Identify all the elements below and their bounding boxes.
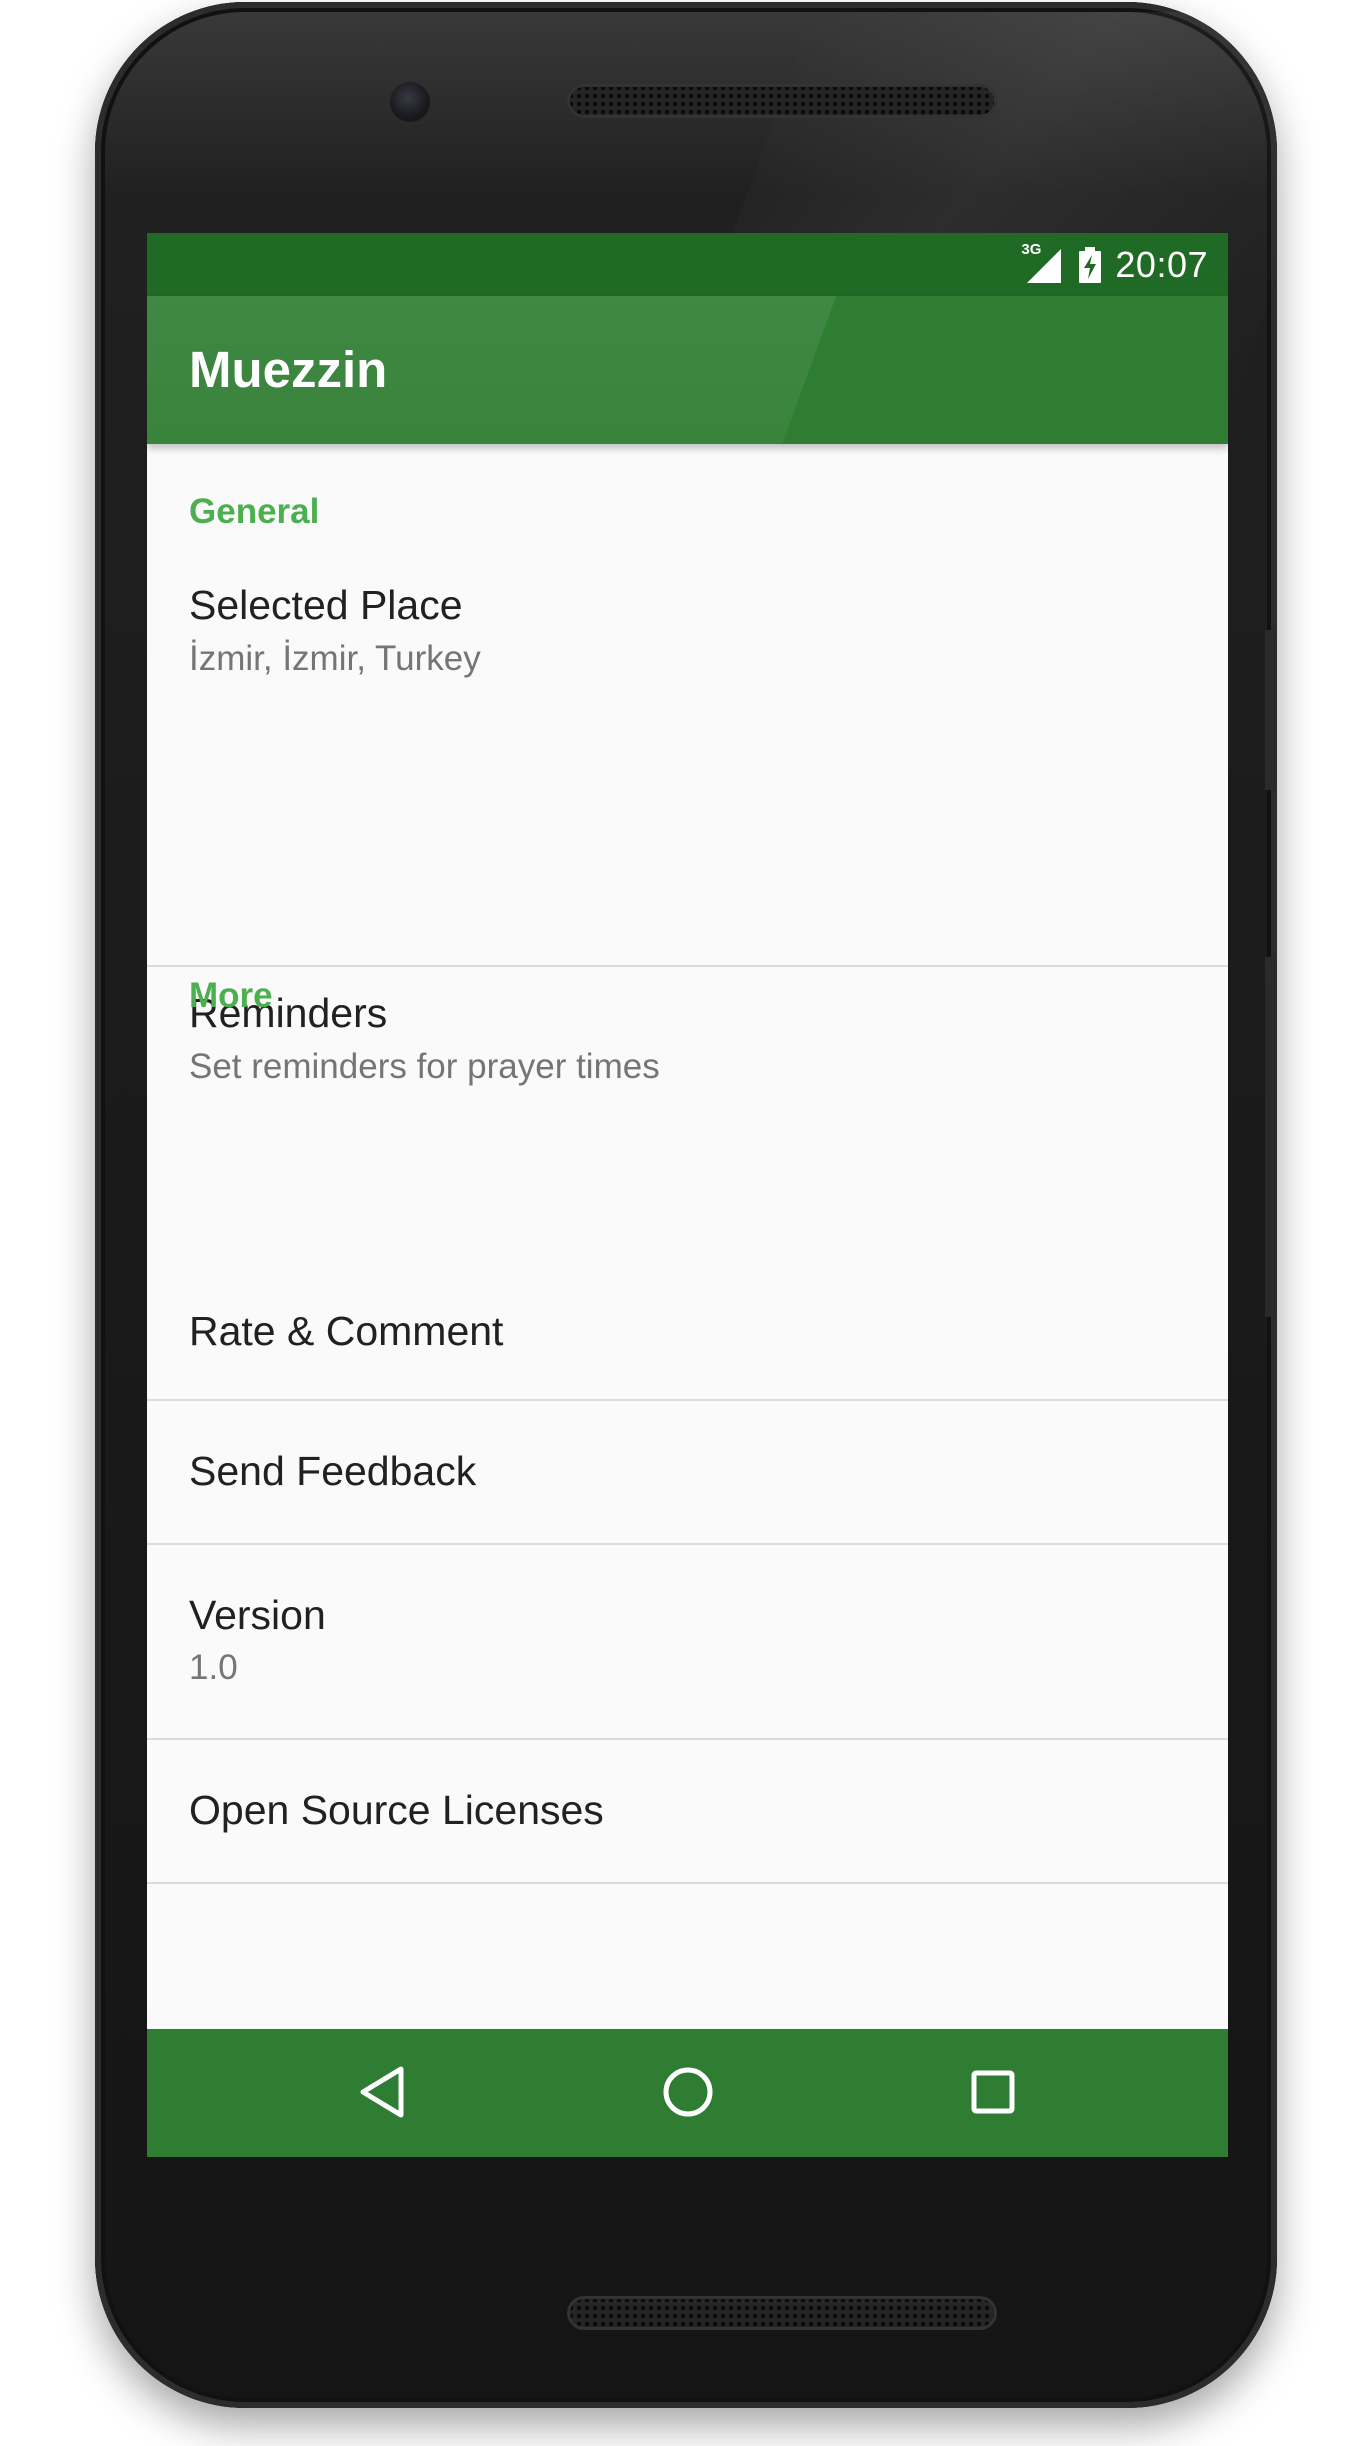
front-camera — [390, 82, 430, 122]
pref-title: Rate & Comment — [189, 1308, 504, 1354]
pref-title: Send Feedback — [189, 1448, 477, 1494]
power-button — [1265, 630, 1277, 790]
navigation-bar — [147, 2029, 1228, 2157]
status-icons: 3G 20:07 — [1021, 241, 1208, 286]
pref-summary: Set reminders for prayer times — [189, 1047, 660, 1086]
pref-send-feedback[interactable]: Send Feedback — [147, 1401, 1228, 1543]
home-circle-icon — [661, 2065, 715, 2124]
app-bar: Muezzin — [147, 296, 1228, 444]
pref-title: Open Source Licenses — [189, 1787, 604, 1833]
device-mockup: 3G 20:07 Muezzin General Selected Place … — [0, 0, 1370, 2446]
pref-title: Selected Place — [189, 582, 463, 628]
cellular-signal-icon: 3G — [1021, 241, 1065, 285]
app-title: Muezzin — [189, 341, 388, 398]
recents-button[interactable] — [958, 2059, 1028, 2129]
pref-title: Version — [189, 1592, 326, 1638]
recents-square-icon — [968, 2067, 1018, 2122]
status-bar: 3G 20:07 — [147, 233, 1228, 296]
category-header-more: More — [189, 976, 273, 1015]
screen: 3G 20:07 Muezzin General Selected Place … — [147, 233, 1228, 2157]
pref-reminders[interactable]: Reminders Set reminders for prayer times — [147, 967, 1228, 1137]
back-button[interactable] — [347, 2059, 417, 2129]
pref-summary: İzmir, İzmir, Turkey — [189, 639, 481, 678]
pref-selected-place[interactable]: Selected Place İzmir, İzmir, Turkey — [147, 554, 1228, 714]
bottom-speaker — [567, 2296, 997, 2330]
back-triangle-icon — [357, 2065, 407, 2124]
pref-open-source-licenses[interactable]: Open Source Licenses — [147, 1740, 1228, 1882]
volume-button — [1265, 957, 1277, 1317]
battery-charging-icon — [1079, 246, 1102, 283]
top-speaker — [567, 84, 997, 118]
status-time: 20:07 — [1115, 243, 1208, 285]
network-type-label: 3G — [1021, 240, 1042, 258]
home-button[interactable] — [653, 2059, 723, 2129]
pref-summary: 1.0 — [189, 1648, 238, 1687]
pref-rate-comment[interactable]: Rate & Comment — [147, 1264, 1228, 1408]
divider — [147, 1882, 1228, 1884]
pref-version[interactable]: Version 1.0 — [147, 1545, 1228, 1738]
category-header-general: General — [189, 492, 320, 531]
